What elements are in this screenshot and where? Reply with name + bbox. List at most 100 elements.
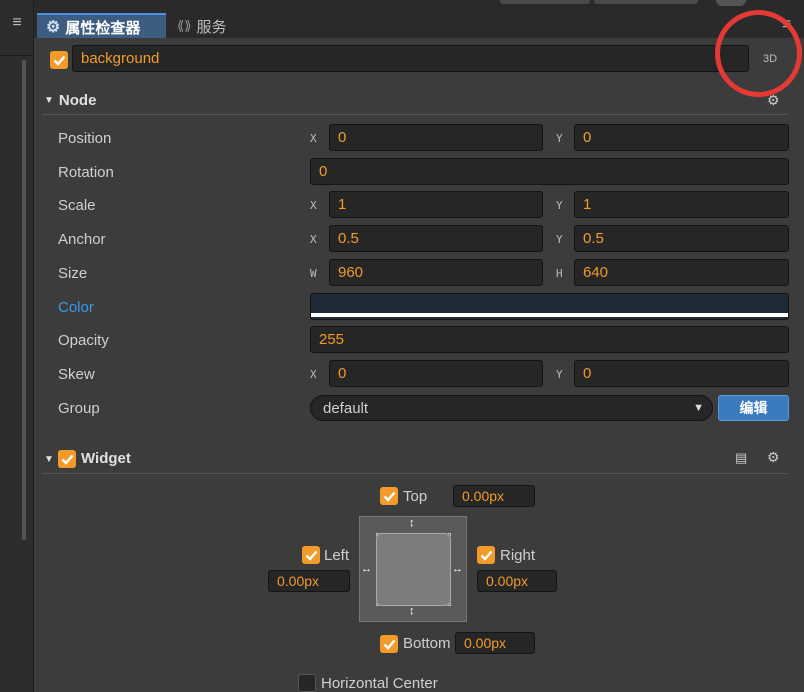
checkmark-icon bbox=[383, 639, 395, 650]
right-offset-value: 0.00px bbox=[486, 573, 529, 589]
checkmark-icon bbox=[305, 550, 317, 561]
node-name-value: background bbox=[81, 50, 160, 67]
group-select-value: default bbox=[323, 399, 369, 417]
scale-y-value: 1 bbox=[583, 196, 592, 213]
position-y-value: 0 bbox=[583, 129, 592, 146]
toolbar-button-partial[interactable] bbox=[594, 0, 698, 4]
size-width-input[interactable]: 960 bbox=[329, 259, 543, 286]
tab-label: 服务 bbox=[196, 18, 227, 36]
inspector-panel: background 3D ▼ Node ⚙ Position X 0 Y 0 … bbox=[34, 10, 804, 692]
inner-rect bbox=[376, 533, 451, 606]
position-x-input[interactable]: 0 bbox=[329, 124, 543, 151]
top-offset-input[interactable]: 0.00px bbox=[453, 485, 535, 507]
node-settings-gear-icon[interactable]: ⚙ bbox=[767, 92, 780, 109]
divider bbox=[0, 55, 34, 56]
size-width-value: 960 bbox=[338, 264, 364, 281]
position-x-value: 0 bbox=[338, 129, 347, 146]
axis-x-label: X bbox=[310, 233, 317, 246]
skew-label: Skew bbox=[58, 366, 95, 383]
scale-x-input[interactable]: 1 bbox=[329, 191, 543, 218]
checkmark-icon bbox=[383, 491, 395, 502]
opacity-value: 255 bbox=[319, 331, 345, 348]
checkmark-icon bbox=[53, 55, 65, 66]
group-edit-button[interactable]: 编辑 bbox=[718, 395, 789, 421]
left-checkbox[interactable] bbox=[302, 546, 320, 564]
top-arrow-icon: ↕ bbox=[409, 517, 415, 529]
alpha-bar bbox=[311, 313, 788, 317]
tab-bar: ⚙ 属性检查器 ⟪⟫ 服务 ≡ bbox=[34, 0, 804, 39]
bottom-offset-value: 0.00px bbox=[464, 635, 507, 651]
bottom-offset-input[interactable]: 0.00px bbox=[455, 632, 535, 654]
rotation-value: 0 bbox=[319, 163, 328, 180]
group-select[interactable]: default ▼ bbox=[310, 395, 713, 421]
tab-label: 属性检查器 bbox=[65, 19, 141, 37]
left-offset-value: 0.00px bbox=[277, 573, 320, 589]
size-label: Size bbox=[58, 265, 88, 282]
skew-y-input[interactable]: 0 bbox=[574, 360, 789, 387]
anchor-y-value: 0.5 bbox=[583, 230, 604, 247]
group-edit-label: 编辑 bbox=[739, 400, 768, 416]
top-label: Top bbox=[403, 488, 428, 505]
collapse-arrow-icon: ▼ bbox=[44, 94, 54, 106]
checkmark-icon bbox=[61, 454, 73, 465]
book-icon[interactable]: ▤ bbox=[735, 450, 747, 466]
top-offset-value: 0.00px bbox=[462, 488, 505, 504]
axis-x-label: X bbox=[310, 132, 317, 145]
widget-section-title: Widget bbox=[81, 450, 131, 467]
tab-inspector[interactable]: ⚙ 属性检查器 bbox=[37, 13, 166, 39]
anchor-y-input[interactable]: 0.5 bbox=[574, 225, 789, 252]
anchor-x-input[interactable]: 0.5 bbox=[329, 225, 543, 252]
scale-label: Scale bbox=[58, 197, 96, 214]
horizontal-center-checkbox[interactable] bbox=[298, 674, 316, 692]
color-swatch[interactable] bbox=[310, 293, 789, 320]
node-section-header[interactable]: ▼ Node bbox=[44, 91, 794, 109]
menu-icon[interactable]: ≡ bbox=[8, 15, 26, 31]
axis-y-label: Y bbox=[556, 233, 563, 246]
tab-services[interactable]: ⟪⟫ 服务 bbox=[168, 13, 258, 39]
widget-enabled-checkbox[interactable] bbox=[58, 450, 76, 468]
color-label[interactable]: Color bbox=[58, 299, 94, 316]
node-name-input[interactable]: background bbox=[72, 45, 749, 72]
scale-y-input[interactable]: 1 bbox=[574, 191, 789, 218]
opacity-input[interactable]: 255 bbox=[310, 326, 789, 353]
anchor-x-value: 0.5 bbox=[338, 230, 359, 247]
gear-icon: ⚙ bbox=[46, 19, 61, 36]
right-arrow-icon: ↔ bbox=[452, 563, 463, 575]
opacity-label: Opacity bbox=[58, 332, 109, 349]
axis-y-label: Y bbox=[556, 368, 563, 381]
alignment-diagram: ↕ ↕ ↔ ↔ bbox=[359, 516, 467, 622]
highlight-circle bbox=[715, 10, 802, 97]
left-offset-input[interactable]: 0.00px bbox=[268, 570, 350, 592]
services-icon: ⟪⟫ bbox=[177, 18, 192, 33]
top-checkbox[interactable] bbox=[380, 487, 398, 505]
rotation-input[interactable]: 0 bbox=[310, 158, 789, 185]
anchor-label: Anchor bbox=[58, 231, 106, 248]
position-label: Position bbox=[58, 130, 112, 147]
right-offset-input[interactable]: 0.00px bbox=[477, 570, 557, 592]
avatar[interactable] bbox=[716, 0, 746, 6]
size-height-value: 640 bbox=[583, 264, 609, 281]
skew-y-value: 0 bbox=[583, 365, 592, 382]
widget-settings-gear-icon[interactable]: ⚙ bbox=[767, 449, 780, 466]
left-panel-strip: ≡ bbox=[0, 0, 34, 692]
skew-x-input[interactable]: 0 bbox=[329, 360, 543, 387]
node-active-checkbox[interactable] bbox=[50, 51, 68, 69]
collapse-arrow-icon[interactable]: ▼ bbox=[44, 454, 54, 465]
axis-y-label: Y bbox=[556, 199, 563, 212]
rotation-label: Rotation bbox=[58, 164, 114, 181]
bottom-label: Bottom bbox=[403, 635, 451, 652]
divider bbox=[42, 473, 788, 474]
scale-x-value: 1 bbox=[338, 196, 347, 213]
scrollbar[interactable] bbox=[22, 60, 26, 540]
skew-x-value: 0 bbox=[338, 365, 347, 382]
toolbar-button-partial[interactable] bbox=[500, 0, 590, 4]
size-height-input[interactable]: 640 bbox=[574, 259, 789, 286]
axis-h-label: H bbox=[556, 267, 563, 280]
bottom-arrow-icon: ↕ bbox=[409, 605, 415, 617]
node-section-title: Node bbox=[58, 91, 97, 109]
position-y-input[interactable]: 0 bbox=[574, 124, 789, 151]
bottom-checkbox[interactable] bbox=[380, 635, 398, 653]
right-label: Right bbox=[500, 547, 536, 564]
right-checkbox[interactable] bbox=[477, 546, 495, 564]
axis-y-label: Y bbox=[556, 132, 563, 145]
